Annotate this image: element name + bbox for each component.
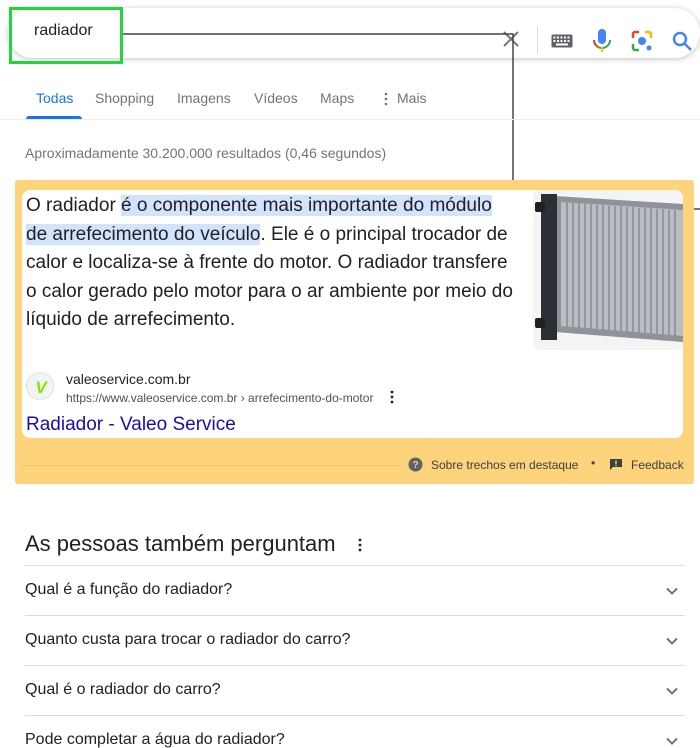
snippet-text-before: O radiador (26, 195, 122, 216)
paa-list: Qual é a função do radiador? Quanto cust… (25, 565, 685, 748)
more-vertical-icon[interactable] (390, 390, 394, 404)
active-tab-indicator (26, 116, 82, 119)
svg-text:?: ? (412, 460, 418, 471)
help-circle-icon[interactable]: ? (408, 457, 423, 472)
chevron-down-icon (666, 637, 678, 645)
close-icon[interactable] (499, 27, 523, 51)
result-title-link[interactable]: Radiador - Valeo Service (26, 414, 236, 436)
more-vertical-icon[interactable] (358, 537, 362, 553)
svg-text:V: V (35, 378, 48, 397)
about-featured-snippets-link[interactable]: Sobre trechos em destaque (431, 458, 578, 472)
chevron-down-icon (666, 587, 678, 595)
microphone-icon[interactable] (591, 28, 613, 54)
separator-bullet: • (591, 456, 596, 470)
paa-title: As pessoas também perguntam (25, 531, 336, 556)
source-url[interactable]: https://www.valeoservice.com.br › arrefe… (66, 391, 373, 405)
more-vertical-icon (384, 92, 388, 106)
search-tabs: Todas Shopping Imagens Vídeos Maps Mais (0, 78, 700, 120)
search-input[interactable] (34, 22, 334, 40)
paa-question-label: Qual é o radiador do carro? (25, 681, 221, 698)
chevron-down-icon (666, 737, 678, 745)
camera-lens-icon[interactable] (630, 29, 654, 53)
source-favicon[interactable]: V (26, 372, 54, 400)
tab-todas[interactable]: Todas (36, 90, 73, 106)
feedback-icon[interactable] (609, 458, 623, 471)
valeo-logo-icon: V (35, 378, 48, 397)
paa-question-label: Pode completar a água do radiador? (25, 731, 285, 748)
keyboard-icon[interactable] (551, 34, 573, 48)
snippet-text: O radiador é o componente mais important… (26, 192, 516, 335)
snippet-radiator-image[interactable] (533, 190, 683, 350)
tab-videos[interactable]: Vídeos (254, 90, 298, 106)
tab-shopping[interactable]: Shopping (95, 90, 154, 106)
paa-question[interactable]: Qual é o radiador do carro? (25, 665, 685, 715)
result-stats: Aproximadamente 30.200.000 resultados (0… (25, 145, 387, 161)
paa-question-label: Quanto custa para trocar o radiador do c… (25, 631, 351, 648)
source-site-name[interactable]: valeoservice.com.br (66, 371, 191, 387)
paa-question-label: Qual é a função do radiador? (25, 581, 233, 598)
feedback-link[interactable]: Feedback (631, 458, 684, 472)
search-bar (8, 8, 700, 58)
snippet-divider (22, 465, 402, 466)
chevron-down-icon (666, 687, 678, 695)
search-icon[interactable] (670, 29, 694, 53)
tab-mais[interactable]: Mais (397, 90, 427, 106)
paa-question[interactable]: Quanto custa para trocar o radiador do c… (25, 615, 685, 665)
radiator-illustration (533, 190, 683, 350)
search-bar-divider (537, 26, 538, 54)
paa-question[interactable]: Qual é a função do radiador? (25, 565, 685, 615)
tab-maps[interactable]: Maps (320, 90, 354, 106)
tab-imagens[interactable]: Imagens (177, 90, 231, 106)
paa-question[interactable]: Pode completar a água do radiador? (25, 715, 685, 748)
